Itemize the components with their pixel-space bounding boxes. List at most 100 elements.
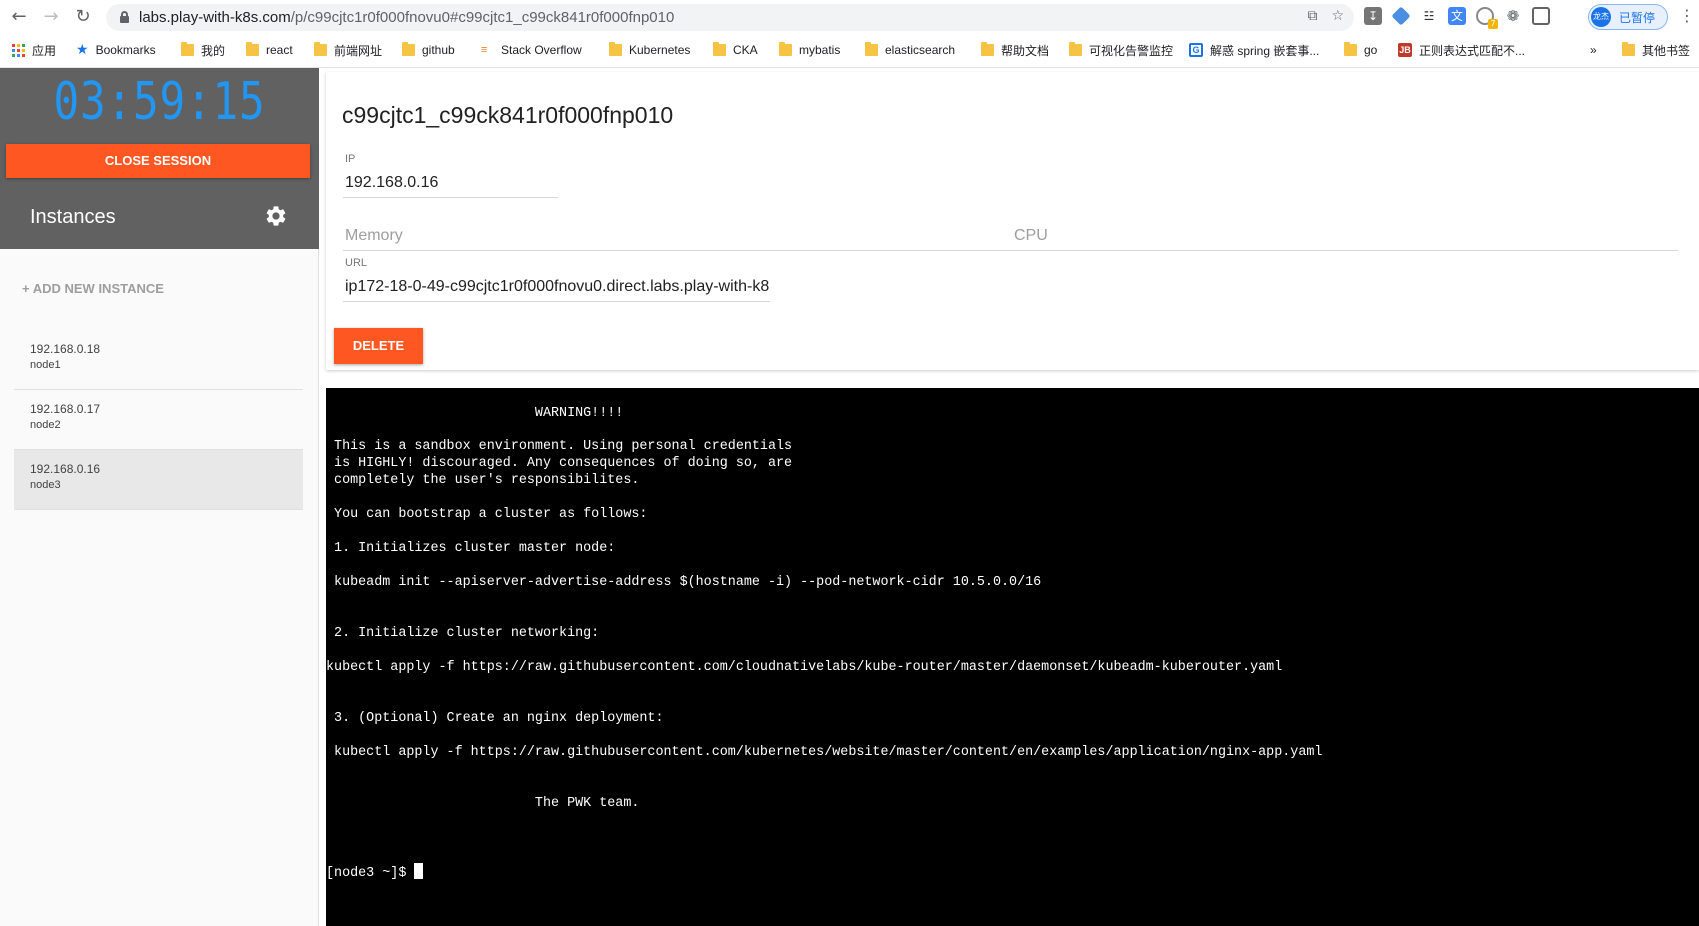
bookmark-folder[interactable]: CKA (713, 41, 758, 59)
diamond-ext-icon[interactable] (1391, 6, 1411, 26)
bookmark-folder[interactable]: 帮助文档 (981, 41, 1049, 59)
apps-grid-icon (12, 43, 25, 57)
terminal-line: You can bootstrap a cluster as follows: (326, 507, 648, 522)
extensions-bar: ↧ ☳ 文 7 ❁ (1364, 6, 1550, 29)
terminal-line: completely the user's responsibilites. (326, 473, 640, 488)
bookmark-stackoverflow[interactable]: ≡ Stack Overflow (481, 41, 582, 59)
bookmark-folder[interactable]: 我的 (181, 41, 225, 59)
bookmark-other[interactable]: 其他书签 (1622, 41, 1690, 59)
instance-hostname: node2 (30, 419, 61, 431)
site-favicon-icon: JB (1398, 43, 1412, 57)
bookmark-bookmarks[interactable]: ★ Bookmarks (76, 41, 156, 59)
overflow-label: » (1590, 43, 1597, 57)
url-label: URL (345, 257, 368, 269)
instance-ip: 192.168.0.17 (30, 402, 101, 416)
folder-icon (246, 42, 259, 56)
url-host: labs.play-with-k8s.com (139, 9, 291, 26)
bookmark-label: 前端网址 (334, 43, 383, 58)
ip-label: IP (345, 153, 356, 165)
terminal-line: kubectl apply -f https://raw.githubuserc… (326, 660, 1283, 675)
bookmark-label: elasticsearch (885, 43, 956, 57)
memory-field[interactable]: Memory (345, 227, 403, 245)
terminal-line: 1. Initializes cluster master node: (326, 541, 616, 556)
terminal-line: 3. (Optional) Create an nginx deployment… (326, 711, 664, 726)
reload-icon[interactable]: ↻ (73, 7, 93, 27)
bookmark-label: Bookmarks (95, 43, 156, 57)
terminal-prompt: [node3 ~]$ (326, 866, 407, 881)
bookmark-folder[interactable]: github (402, 41, 455, 59)
url-field[interactable]: ip172-18-0-49-c99cjtc1r0f000fnovu0.direc… (345, 278, 769, 296)
instance-name-title: c99cjtc1_c99ck841r0f000fnp010 (342, 102, 674, 128)
bookmark-folder[interactable]: react (246, 41, 293, 59)
bookmark-label: mybatis (799, 43, 841, 57)
browser-chrome: ← → ↻ labs.play-with-k8s.com/p/c99cjtc1r… (0, 0, 1699, 68)
bookmark-label: 可视化告警监控 (1089, 43, 1174, 58)
forward-icon[interactable]: → (41, 7, 61, 27)
bookmark-folder[interactable]: Kubernetes (609, 41, 690, 59)
bookmark-spring[interactable]: G 解惑 spring 嵌套事... (1189, 41, 1319, 59)
side-panel-icon[interactable] (1532, 7, 1550, 25)
instances-title: Instances (30, 206, 116, 228)
profile-status-label: 已暂停 (1619, 11, 1656, 25)
bookmark-label: 正则表达式匹配不... (1419, 43, 1526, 58)
bookmark-folder[interactable]: 前端网址 (314, 41, 382, 59)
back-icon[interactable]: ← (9, 7, 29, 27)
bookmark-label: 帮助文档 (1001, 43, 1050, 58)
add-new-instance-button[interactable]: + ADD NEW INSTANCE (22, 281, 164, 296)
bookmark-label: CKA (733, 43, 758, 57)
bookmark-folder[interactable]: mybatis (779, 41, 840, 59)
folder-icon (1344, 42, 1357, 56)
settings-gear-icon[interactable] (264, 204, 288, 228)
badge-ext-icon[interactable]: 7 (1476, 7, 1498, 29)
ip-field[interactable]: 192.168.0.16 (345, 174, 557, 192)
bookmark-label: 解惑 spring 嵌套事... (1210, 43, 1320, 58)
terminal-line: kubeadm init --apiserver-advertise-addre… (326, 575, 1042, 590)
browser-toolbar: ← → ↻ labs.play-with-k8s.com/p/c99cjtc1r… (0, 0, 1699, 34)
bookmark-apps[interactable]: 应用 (12, 41, 56, 59)
folder-icon (865, 42, 878, 56)
url-path: /p/c99cjtc1r0f000fnovu0#c99cjtc1_c99ck84… (290, 9, 675, 26)
address-bar[interactable]: labs.play-with-k8s.com/p/c99cjtc1r0f000f… (106, 4, 1354, 31)
delete-button[interactable]: DELETE (334, 328, 423, 364)
bookmark-label: go (1364, 43, 1378, 57)
instance-item-node1[interactable]: 192.168.0.18 node1 (14, 330, 303, 390)
share-icon[interactable]: ⧉ (1307, 8, 1317, 24)
folder-icon (609, 42, 622, 56)
lock-icon[interactable] (120, 11, 129, 23)
bookmark-label: react (266, 43, 293, 57)
cpu-field[interactable]: CPU (1014, 227, 1048, 245)
close-session-button[interactable]: CLOSE SESSION (6, 144, 310, 178)
bookmark-star-icon[interactable]: ☆ (1331, 8, 1344, 24)
bookmark-folder[interactable]: go (1344, 41, 1377, 59)
stackoverflow-icon: ≡ (481, 43, 488, 56)
instance-hostname: node3 (30, 479, 61, 491)
star-icon: ★ (76, 42, 89, 58)
bookmark-label: github (422, 43, 455, 57)
terminal-prompt-line[interactable]: [node3 ~]$ (326, 863, 424, 881)
cpu-field-underline (1013, 250, 1678, 251)
bookmark-folder[interactable]: 可视化告警监控 (1069, 41, 1173, 59)
download-ext-icon[interactable]: ↧ (1364, 7, 1382, 25)
bookmark-label: Kubernetes (629, 43, 691, 57)
site-favicon-icon: G (1189, 43, 1203, 57)
instance-item-node2[interactable]: 192.168.0.17 node2 (14, 390, 303, 450)
url-text[interactable]: labs.play-with-k8s.com/p/c99cjtc1r0f000f… (139, 9, 674, 26)
instance-details-card: c99cjtc1_c99ck841r0f000fnp010 IP 192.168… (326, 72, 1699, 370)
bookmarks-overflow-chevron[interactable]: » (1590, 41, 1597, 59)
translate-ext-icon[interactable]: 文 (1448, 7, 1466, 25)
instance-ip: 192.168.0.16 (30, 462, 101, 476)
instance-hostname: node1 (30, 359, 61, 371)
folder-icon (314, 42, 327, 56)
instance-item-node3[interactable]: 192.168.0.16 node3 (14, 450, 303, 510)
terminal[interactable]: WARNING!!!! This is a sandbox environmen… (326, 388, 1699, 926)
bookmark-regex[interactable]: JB 正则表达式匹配不... (1398, 41, 1525, 59)
puzzle-extensions-icon[interactable]: ❁ (1504, 7, 1522, 25)
terminal-line: kubectl apply -f https://raw.githubuserc… (326, 745, 1323, 760)
avatar: 龙杰 (1591, 7, 1611, 27)
profile-button[interactable]: 龙杰 已暂停 (1588, 4, 1668, 30)
bookmark-folder[interactable]: elasticsearch (865, 41, 955, 59)
terminal-line: WARNING!!!! (326, 406, 624, 421)
mustache-ext-icon[interactable]: ☳ (1420, 7, 1438, 25)
folder-icon (181, 42, 194, 56)
browser-menu-icon[interactable]: ⋮ (1679, 6, 1695, 25)
